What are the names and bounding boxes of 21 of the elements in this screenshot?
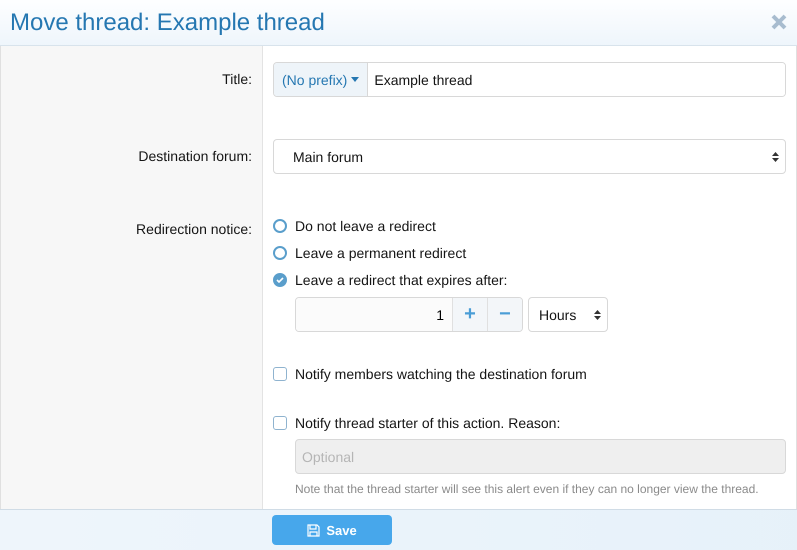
radio-option[interactable]: Leave a permanent redirect	[273, 239, 786, 266]
checkbox-option[interactable]: Notify thread starter of this action. Reason:	[273, 415, 786, 431]
up-down-arrows-icon	[772, 152, 779, 162]
checkbox[interactable]	[273, 367, 287, 381]
radio-option[interactable]: Do not leave a redirect	[273, 212, 786, 239]
field-label: Redirection notice:	[135, 221, 253, 237]
prefix-dropdown[interactable]: (No prefix)	[274, 63, 368, 96]
forum-select[interactable]: Main forum	[273, 139, 786, 174]
unit-select[interactable]: Hours	[528, 297, 608, 332]
dialog-title: Move thread: Example thread	[10, 8, 325, 36]
field-label: Destination forum:	[137, 148, 253, 164]
radio-option[interactable]: Leave a redirect that expires after:	[273, 266, 786, 293]
up-down-arrows-icon	[594, 310, 601, 320]
hint-text: Note that the thread starter will see this alert even if they can no longer view the thread.	[295, 481, 760, 498]
checkbox[interactable]	[273, 416, 287, 430]
close-icon	[771, 14, 787, 30]
reason-field[interactable]: Optional	[295, 439, 786, 474]
checkbox-option[interactable]: Notify members watching the destination forum	[273, 366, 786, 382]
title-field[interactable]: (No prefix) Example thread	[273, 62, 786, 97]
field-label: Title:	[221, 71, 253, 87]
caret-icon	[351, 77, 360, 82]
